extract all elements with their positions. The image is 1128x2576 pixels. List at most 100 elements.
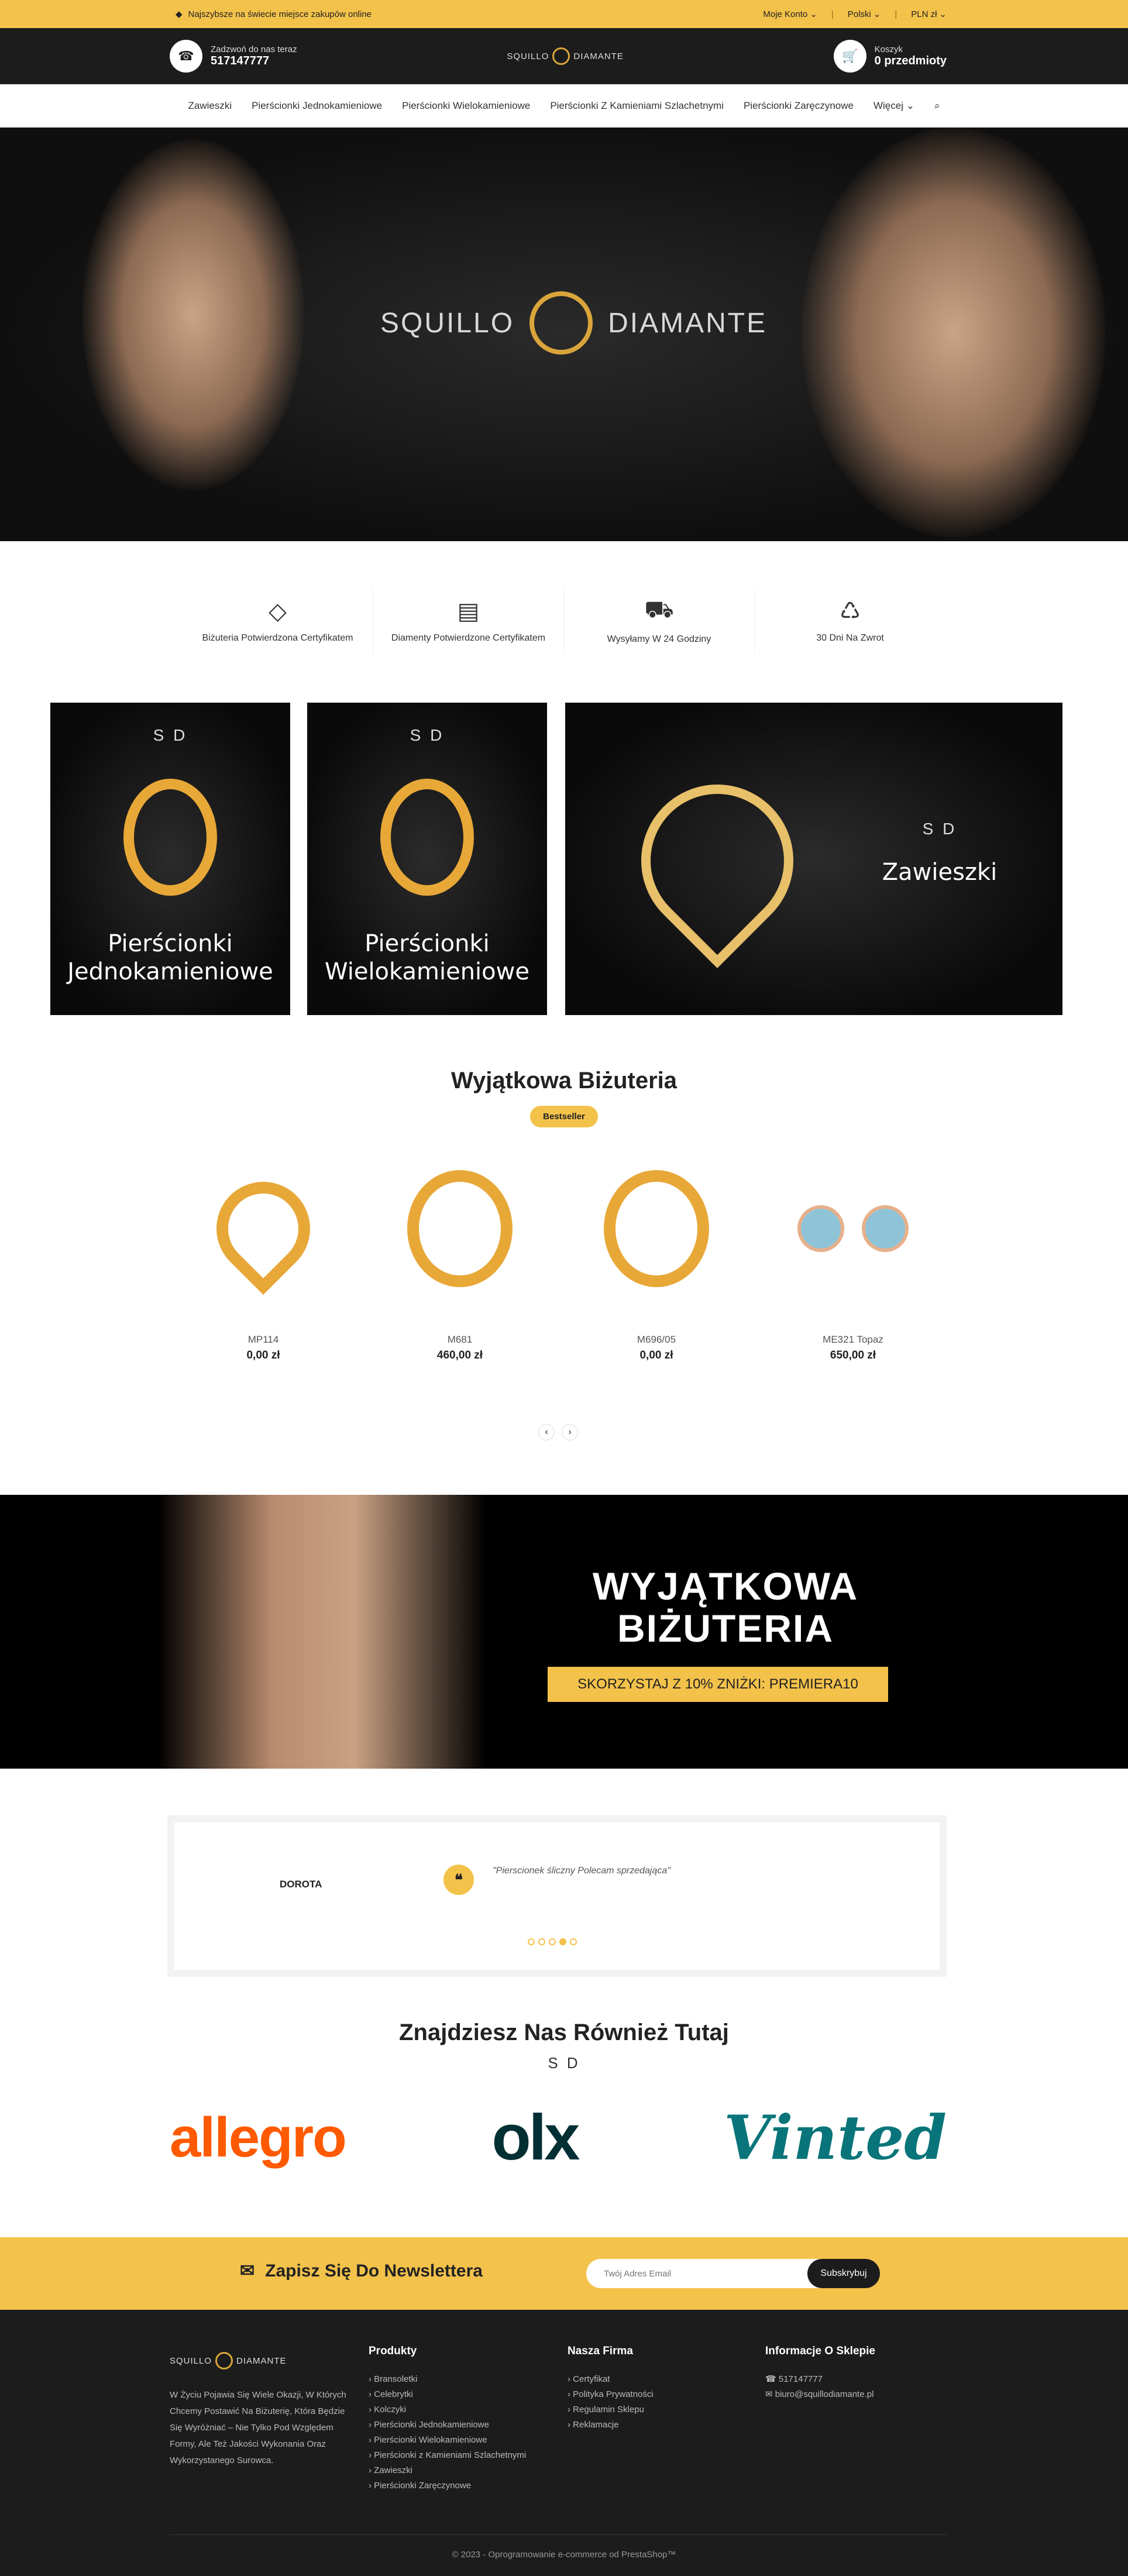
product-image[interactable] [563,1141,750,1316]
language-label: Polski [847,9,871,19]
section-title: Wyjątkowa Biżuteria [450,1068,678,1093]
footer-email[interactable]: ✉ biuro@squillodiamante.pl [765,2387,875,2402]
cart-icon: 🛒 [833,40,866,73]
chevron-left-icon[interactable]: ‹ [538,1424,555,1440]
nav-more[interactable]: Więcej ⌄ [873,100,914,112]
product-name[interactable]: MP114 [170,1334,357,1346]
footer-link[interactable]: › Reklamacje [568,2417,654,2433]
logo-right: DIAMANTE [573,51,624,61]
divider: | [895,9,897,19]
banner-multi-stone[interactable]: S D Pierścionki Wielokamieniowe [307,703,547,1015]
product-card[interactable]: M696/05 0,00 zł [563,1141,750,1362]
feature-label: Wysyłamy W 24 Godziny [607,634,711,644]
product-card[interactable]: M681 460,00 zł [366,1141,553,1362]
feature-shipping: ⛟ Wysyłamy W 24 Godziny [564,589,755,653]
footer-link[interactable]: › Celebrytki [369,2387,526,2402]
footer-link[interactable]: › Certyfikat [568,2372,654,2387]
envelope-icon: ✉ [240,2261,255,2281]
product-name[interactable]: M696/05 [563,1334,750,1346]
carousel-nav: ‹ › [538,1424,578,1440]
product-name[interactable]: ME321 Topaz [759,1334,947,1346]
call-box[interactable]: ☎ Zadzwoń do nas teraz 517147777 [170,40,297,73]
account-menu[interactable]: Moje Konto ⌄ [763,9,817,20]
footer-link-label: Polityka Prywatności [573,2389,654,2399]
phone-number[interactable]: 517147777 [211,54,297,68]
product-image[interactable] [170,1141,357,1316]
copyright[interactable]: © 2023 - Oprogramowanie e-commerce od Pr… [0,2550,1128,2560]
hero-logo-left: SQUILLO [380,307,515,339]
footer-link[interactable]: › Pierścionki Wielokamieniowe [369,2433,526,2448]
search-icon[interactable]: ⌕ [934,100,940,112]
call-label: Zadzwoń do nas teraz [211,44,297,54]
main-nav: Zawieszki Pierścionki Jednokamieniowe Pi… [0,84,1128,128]
currency-selector[interactable]: PLN zł ⌄ [911,9,947,20]
footer-phone[interactable]: ☎ 517147777 [765,2372,875,2387]
testimonial-text: "Pierscionek śliczny Polecam sprzedająca… [493,1866,670,1876]
language-selector[interactable]: Polski ⌄ [847,9,881,20]
hero-banner[interactable]: SQUILLO DIAMANTE [0,128,1128,541]
nav-item[interactable]: Pierścionki Jednokamieniowe [252,100,382,112]
olx-logo[interactable]: olx [491,2100,580,2175]
cart[interactable]: 🛒 Koszyk 0 przedmioty [833,40,947,73]
account-label: Moje Konto [763,9,808,19]
footer-divider [170,2534,947,2535]
nav-item[interactable]: Pierścionki Zaręczynowe [744,100,854,112]
allegro-logo[interactable]: allegro [170,2106,347,2170]
nav-item[interactable]: Pierścionki Wielokamieniowe [402,100,530,112]
footer-link[interactable]: › Pierścionki Jednokamieniowe [369,2417,526,2433]
cart-count: 0 przedmioty [874,54,947,67]
banner-logo: S D [153,726,188,744]
banner-single-stone[interactable]: S D Pierścionki Jednokamieniowe [50,703,290,1015]
footer-company: Nasza Firma › Certyfikat › Polityka Pryw… [568,2345,654,2433]
quote-icon: ❝ [443,1865,474,1895]
footer-link[interactable]: › Polityka Prywatności [568,2387,654,2402]
pagination-dot[interactable] [538,1938,545,1945]
ring-image [123,779,217,896]
tag-icon: ◆ [176,9,183,19]
chevron-right-icon[interactable]: › [562,1424,578,1440]
footer-link-label: Celebrytki [374,2389,413,2399]
promo-banner[interactable]: WYJĄTKOWA BIŻUTERIA SKORZYSTAJ Z 10% ZNIŻ… [0,1495,1128,1769]
product-image[interactable] [366,1141,553,1316]
product-card[interactable]: ME321 Topaz 650,00 zł [759,1141,947,1362]
discount-button[interactable]: SKORZYSTAJ Z 10% ZNIŻKI: PREMIERA10 [548,1667,888,1702]
pagination-dot[interactable] [570,1938,577,1945]
footer-link[interactable]: › Pierścionki z Kamieniami Szlachetnymi [369,2448,526,2463]
feature-returns: ♺ 30 Dni Na Zwrot [755,589,945,653]
pagination-dot[interactable] [559,1938,566,1945]
footer-link-label: Zawieszki [374,2465,413,2475]
footer-about: SQUILLO DIAMANTE W Życiu Pojawia Się Wiel… [170,2345,351,2469]
product-card[interactable]: MP114 0,00 zł [170,1141,357,1362]
promo-heading: WYJĄTKOWA BIŻUTERIA [544,1565,907,1649]
product-name[interactable]: M681 [366,1334,553,1346]
footer-link[interactable]: › Zawieszki [369,2463,526,2478]
nav-item[interactable]: Zawieszki [188,100,232,112]
ring-image [380,779,474,896]
footer-logo[interactable]: SQUILLO DIAMANTE [170,2352,351,2369]
footer-link[interactable]: › Kolczyki [369,2402,526,2417]
nav-item[interactable]: Pierścionki Z Kamieniami Szlachetnymi [550,100,724,112]
header: ☎ Zadzwoń do nas teraz 517147777 SQUILLO D… [0,28,1128,84]
vinted-logo[interactable]: Vinted [724,2102,947,2173]
footer-link[interactable]: › Bransoletki [369,2372,526,2387]
cart-label: Koszyk [874,44,903,54]
banner-pendants[interactable]: S D Zawieszki [565,703,1062,1015]
truck-icon: ⛟ [644,597,674,622]
ring-logo-icon [215,2352,233,2369]
pagination-dot[interactable] [528,1938,535,1945]
bestseller-tab[interactable]: Bestseller [530,1106,598,1127]
chevron-down-icon: ⌄ [906,99,914,111]
footer-link[interactable]: › Regulamin Sklepu [568,2402,654,2417]
product-image[interactable] [759,1141,947,1316]
logo-left: SQUILLO [170,2355,212,2366]
subscribe-button[interactable]: Subskrybuj [807,2259,880,2288]
newsletter-label: ✉ Zapisz Się Do Newslettera [240,2261,483,2281]
ring-logo-icon [529,291,593,355]
site-logo[interactable]: SQUILLO DIAMANTE [507,47,624,65]
footer-link[interactable]: › Pierścionki Zaręczynowe [369,2478,526,2494]
pagination-dot[interactable] [549,1938,556,1945]
feature-certified-diamonds: ▤ Diamenty Potwierdzone Certyfikatem [373,589,564,653]
currency-label: PLN zł [911,9,937,19]
divider: | [831,9,834,19]
footer-heading: Nasza Firma [568,2345,633,2357]
